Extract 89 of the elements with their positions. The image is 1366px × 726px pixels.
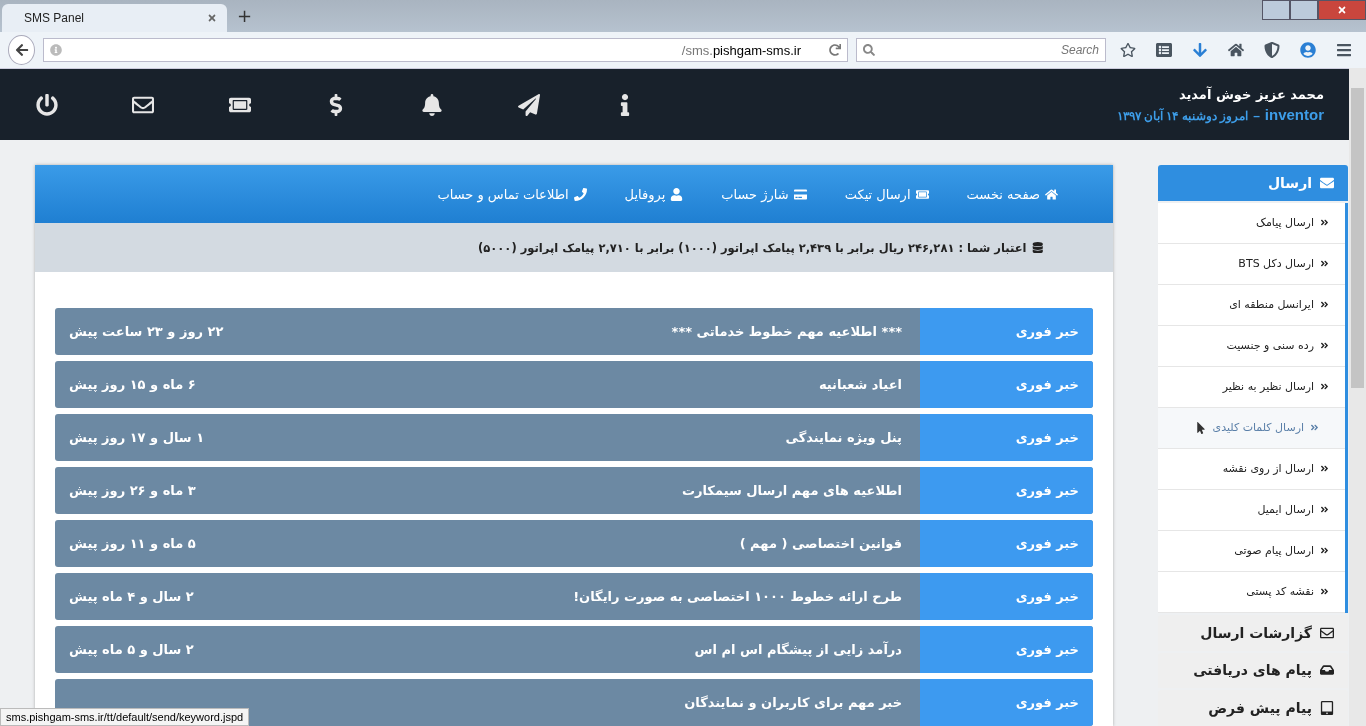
list-icon[interactable] — [1156, 42, 1172, 58]
news-time: ۲ سال و ۴ ماه پیش — [68, 588, 195, 606]
separator-text: – — [1253, 108, 1260, 123]
news-time: ۵ ماه و ۱۱ روز پیش — [68, 535, 197, 553]
news-title: خبر مهم برای کاربران و نمایندگان — [683, 694, 903, 712]
download-icon[interactable] — [1192, 42, 1208, 58]
search-field[interactable]: Search — [856, 38, 1106, 62]
news-row[interactable]: خبر فوری طرح ارائه خطوط ۱۰۰۰ اختصاصی به صورت رایگان! ۲ سال و ۴ ماه پیش — [55, 573, 1093, 620]
chevrons-icon — [1320, 505, 1329, 515]
user-icon — [670, 187, 684, 201]
news-title: قوانین اختصاصی ( مهم ) — [738, 535, 903, 553]
database-icon — [1031, 241, 1043, 254]
news-title: *** اطلاعیه مهم خطوط خدماتی *** — [670, 323, 903, 341]
news-tag: خبر فوری — [920, 679, 1093, 726]
close-icon — [1337, 5, 1347, 15]
nav-link[interactable]: شارژ حساب — [721, 186, 807, 202]
news-tag: خبر فوری — [920, 626, 1093, 673]
search-icon — [863, 44, 875, 56]
news-tag: خبر فوری — [920, 361, 1093, 408]
user-icon[interactable] — [1300, 42, 1316, 58]
card-icon — [793, 187, 807, 201]
new-tab-button[interactable]: + — [237, 5, 253, 26]
chevrons-icon — [1310, 423, 1319, 433]
news-title: درآمد زایی از پیشگام اس ام اس — [693, 640, 903, 660]
tab-title: SMS Panel — [24, 11, 85, 25]
news-time: ۲۲ روز و ۲۳ ساعت پیش — [68, 323, 225, 341]
envelope-icon — [1320, 175, 1334, 190]
news-tag: خبر فوری — [920, 414, 1093, 461]
news-tag: خبر فوری — [920, 308, 1093, 355]
paper-plane-icon[interactable] — [517, 93, 540, 116]
news-row[interactable]: خبر فوری اطلاعیه های مهم ارسال سیمکارت ۳ ماه و ۲۶ روز پیش — [55, 467, 1093, 514]
news-title: طرح ارائه خطوط ۱۰۰۰ اختصاصی به صورت رایگان! — [572, 588, 903, 606]
chevrons-icon — [1320, 341, 1329, 351]
nav-link[interactable]: پروفایل — [624, 186, 684, 202]
home-icon — [1045, 187, 1058, 201]
nav-link[interactable]: صفحه نخست — [966, 186, 1058, 202]
tablet-icon — [1320, 701, 1334, 716]
reload-icon[interactable] — [829, 44, 841, 56]
menu-icon[interactable] — [1336, 42, 1352, 58]
news-row[interactable]: خبر فوری قوانین اختصاصی ( مهم ) ۵ ماه و ۱۱ روز پیش — [55, 520, 1093, 567]
chevrons-icon — [1320, 464, 1329, 474]
news-row[interactable]: خبر فوری *** اطلاعیه مهم خطوط خدماتی *** ۲۲ روز و ۲۳ ساعت پیش — [55, 308, 1093, 355]
status-url: sms.pishgam-sms.ir/tt/default/send/keyword.jspd — [0, 708, 250, 726]
maximize-button[interactable] — [1290, 0, 1318, 20]
home-icon[interactable] — [1228, 42, 1244, 58]
welcome-text: محمد عزیز خوش آمدید — [1178, 86, 1324, 102]
date-text: امروز دوشنبه ۱۴ آبان ۱۳۹۷ — [1116, 108, 1249, 123]
chevrons-icon — [1320, 218, 1329, 228]
bell-icon[interactable] — [421, 93, 444, 116]
ticket-icon — [915, 187, 929, 201]
chevrons-icon — [1320, 546, 1329, 556]
nav-link[interactable]: ارسال تیکت — [844, 186, 929, 202]
news-tag: خبر فوری — [920, 573, 1093, 620]
back-arrow-icon — [14, 43, 29, 57]
star-icon[interactable] — [1120, 42, 1136, 58]
chevrons-icon — [1320, 300, 1329, 310]
news-time: ۱ سال و ۱۷ روز پیش — [68, 429, 206, 447]
news-title: اطلاعیه های مهم ارسال سیمکارت — [680, 482, 903, 500]
chevrons-icon — [1320, 587, 1329, 597]
address-field[interactable]: /sms.pishgam-sms.ir — [43, 38, 848, 62]
news-time: ۲ سال و ۵ ماه پیش — [68, 641, 195, 659]
news-tag: خبر فوری — [920, 520, 1093, 567]
news-tag: خبر فوری — [920, 467, 1093, 514]
news-title: پنل ویژه نمایندگی — [784, 429, 903, 447]
browser-tab[interactable]: SMS Panel — [2, 4, 227, 32]
news-title: اعیاد شعبانیه — [817, 376, 903, 394]
phone-icon — [573, 187, 587, 201]
close-window-button[interactable] — [1318, 0, 1366, 20]
close-icon[interactable] — [207, 13, 217, 23]
news-row[interactable]: خبر فوری درآمد زایی از پیشگام اس ام اس ۲ سال و ۵ ماه پیش — [55, 626, 1093, 673]
chevrons-icon — [1320, 259, 1329, 269]
news-row[interactable]: خبر فوری اعیاد شعبانیه ۶ ماه و ۱۵ روز پیش — [55, 361, 1093, 408]
inbox-icon — [1320, 663, 1334, 678]
news-time: ۳ ماه و ۲۶ روز پیش — [68, 482, 197, 500]
back-button[interactable] — [8, 35, 35, 65]
news-row[interactable]: خبر فوری پنل ویژه نمایندگی ۱ سال و ۱۷ روز پیش — [55, 414, 1093, 461]
credit-text: اعتبار شما : ۲۴۶,۲۸۱ ریال برابر با ۲,۴۳۹ پیامک اپراتور (۱۰۰۰) برابر با ۲,۷۱۰ پیامک اپراتور (۵۰۰۰) — [478, 240, 1027, 255]
sidebar-item[interactable]: ارسال کلمات کلیدی — [1158, 407, 1345, 449]
news-time: ۶ ماه و ۱۵ روز پیش — [68, 376, 197, 394]
sidebar-group[interactable]: ارسال — [1158, 165, 1348, 201]
minimize-button[interactable] — [1262, 0, 1290, 20]
username: inventor — [1264, 105, 1324, 123]
cursor-icon — [1194, 421, 1207, 434]
nav-link[interactable]: اطلاعات تماس و حساب — [437, 186, 587, 202]
envelope-icon — [1320, 625, 1334, 640]
power-icon[interactable] — [36, 93, 58, 116]
shield-icon[interactable] — [1264, 42, 1280, 58]
scrollbar[interactable] — [1349, 68, 1366, 726]
chevrons-icon — [1320, 382, 1329, 392]
